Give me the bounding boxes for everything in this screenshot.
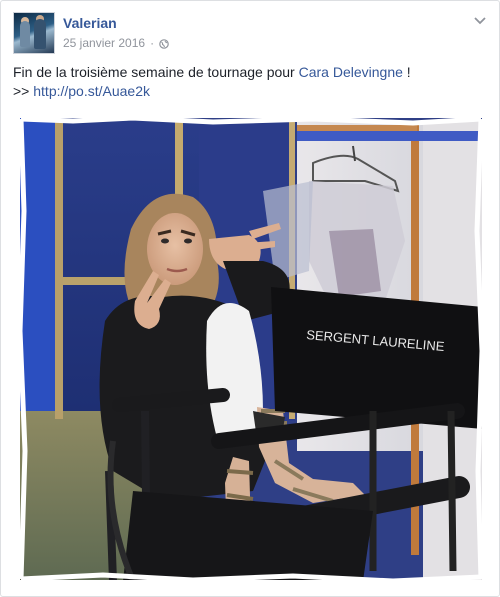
post-text: Fin de la troisième semaine de tournage … <box>13 63 489 101</box>
post-link[interactable]: http://po.st/Auae2k <box>33 83 150 99</box>
post-text-prefix: Fin de la troisième semaine de tournage … <box>13 64 299 80</box>
facebook-post-card: Valerian 25 janvier 2016 · Fin de la tro… <box>0 0 500 597</box>
author-avatar[interactable] <box>13 12 55 54</box>
link-prefix: >> <box>13 83 34 99</box>
meta-separator: · <box>150 36 155 50</box>
globe-icon[interactable] <box>159 38 169 49</box>
mention-link[interactable]: Cara Delevingne <box>299 64 403 80</box>
post-meta: 25 janvier 2016 · <box>63 36 169 50</box>
avatar-figure <box>20 21 30 47</box>
post-text-suffix: ! <box>402 64 411 80</box>
post-photo[interactable]: SERGENT LAURELINE <box>13 111 489 587</box>
post-date[interactable]: 25 janvier 2016 <box>63 36 145 50</box>
avatar-figure <box>34 19 46 49</box>
chevron-down-icon[interactable] <box>473 13 487 25</box>
author-name[interactable]: Valerian <box>63 15 117 31</box>
